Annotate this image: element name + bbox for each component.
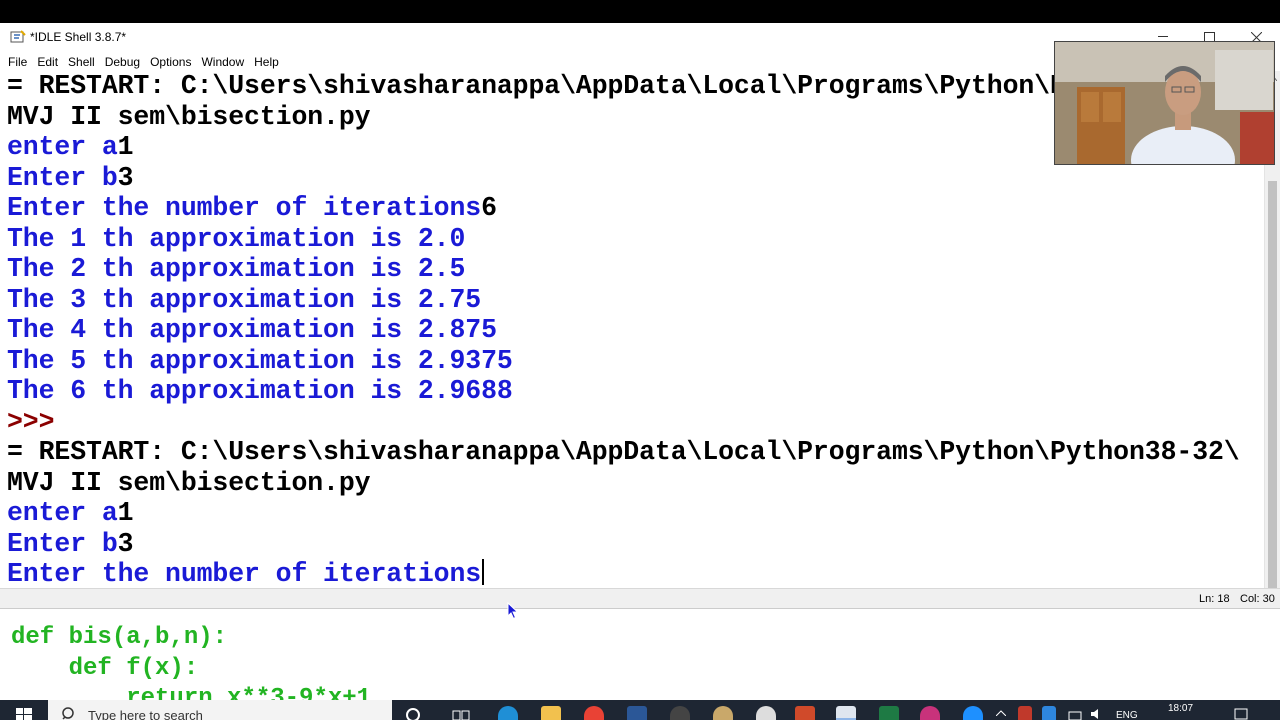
- network-icon[interactable]: [1068, 710, 1082, 720]
- shell-line-text: = RESTART: C:\Users\shivasharanappa\AppD…: [7, 437, 1240, 467]
- screen-top-strip: [0, 0, 1280, 23]
- volume-icon[interactable]: [1090, 708, 1104, 720]
- excel-icon[interactable]: [879, 706, 899, 720]
- scrollbar-thumb[interactable]: [1268, 181, 1277, 631]
- shell-line-text: enter a: [7, 498, 118, 528]
- paint-icon[interactable]: [713, 706, 733, 720]
- task-view-icon[interactable]: [452, 706, 470, 720]
- mouse-pointer-icon: [507, 602, 519, 620]
- text-cursor: [482, 559, 485, 585]
- shell-line-text: The 2 th approximation is 2.5: [7, 254, 466, 284]
- shell-line: Enter b3: [7, 528, 134, 559]
- webcam-overlay: [1054, 41, 1275, 165]
- shell-line: Enter b3: [7, 162, 134, 193]
- webcam-video-frame: [1055, 42, 1274, 164]
- shell-line-text: Enter b: [7, 528, 118, 559]
- user-input: 1: [117, 498, 134, 528]
- word-icon[interactable]: [627, 706, 647, 720]
- shell-line-text: MVJ II sem\bisection.py: [7, 467, 371, 498]
- shell-line: The 6 th approximation is 2.9688: [7, 376, 513, 406]
- idle-taskbar-icon[interactable]: [836, 706, 856, 720]
- windows-start-icon[interactable]: [16, 708, 32, 720]
- tray-app-icon-2[interactable]: [1042, 706, 1056, 720]
- status-column: Col: 30: [1240, 593, 1275, 605]
- menu-options[interactable]: Options: [145, 53, 196, 71]
- gmail-icon[interactable]: [756, 706, 776, 720]
- menu-file[interactable]: File: [0, 53, 32, 71]
- menu-edit[interactable]: Edit: [32, 53, 63, 71]
- shell-line-text: The 1 th approximation is 2.0: [7, 223, 466, 254]
- app-icon[interactable]: [920, 706, 940, 720]
- user-input: 1: [117, 132, 134, 162]
- shell-prompt: >>>: [7, 406, 55, 437]
- chrome-icon[interactable]: [584, 706, 604, 720]
- idle-app-icon: [10, 30, 26, 43]
- shell-line: The 4 th approximation is 2.875: [7, 315, 497, 345]
- shell-line-text: MVJ II sem\bisection.py: [7, 101, 371, 132]
- shell-line-text: enter a: [7, 132, 118, 162]
- tray-app-icon[interactable]: [1018, 706, 1032, 720]
- shell-line-text: >>>: [7, 406, 55, 437]
- shell-line-text: Enter the number of iterations: [7, 559, 482, 589]
- shell-line: MVJ II sem\bisection.py: [7, 467, 371, 498]
- shell-line-text: The 4 th approximation is 2.875: [7, 315, 497, 345]
- shell-line-text: The 3 th approximation is 2.75: [7, 284, 482, 315]
- shell-line: The 5 th approximation is 2.9375: [7, 346, 513, 376]
- shell-line: The 2 th approximation is 2.5: [7, 254, 465, 284]
- cortana-icon[interactable]: [405, 706, 421, 720]
- language-indicator[interactable]: ENG: [1116, 710, 1138, 720]
- edge-icon[interactable]: [498, 706, 518, 720]
- shell-line-text: Enter b: [7, 162, 118, 193]
- shell-line: MVJ II sem\bisection.py: [7, 101, 371, 132]
- shell-line: enter a1: [7, 498, 134, 528]
- shell-line: Enter the number of iterations6: [7, 193, 497, 223]
- tray-chevron-icon[interactable]: [996, 710, 1006, 716]
- menu-shell[interactable]: Shell: [63, 53, 100, 71]
- menu-help[interactable]: Help: [249, 53, 284, 71]
- minimize-icon: [1158, 36, 1168, 37]
- code-line: def bis(a,b,n):: [11, 624, 228, 651]
- code-line: def f(x):: [11, 654, 199, 682]
- status-bar: Ln: 18 Col: 30: [0, 588, 1280, 608]
- search-icon: [62, 707, 74, 720]
- media-player-icon[interactable]: [670, 706, 690, 720]
- notifications-icon[interactable]: [1234, 708, 1248, 720]
- windows-taskbar: Type here to search ENG 18:07: [0, 700, 1280, 720]
- powerpoint-icon[interactable]: [795, 706, 815, 720]
- status-line: Ln: 18: [1199, 593, 1230, 605]
- code-line: return x**3-9*x+1: [11, 685, 372, 700]
- window-title: *IDLE Shell 3.8.7*: [30, 30, 127, 44]
- shell-line-text: Enter the number of iterations: [7, 193, 482, 223]
- shell-line: The 3 th approximation is 2.75: [7, 285, 481, 315]
- menu-bar: File Edit Shell Debug Options Window Hel…: [0, 53, 284, 71]
- clock-time[interactable]: 18:07: [1168, 703, 1193, 714]
- editor-window[interactable]: def bis(a,b,n): def f(x): return x**3-9*…: [0, 608, 1280, 700]
- menu-debug[interactable]: Debug: [100, 53, 145, 71]
- search-placeholder: Type here to search: [88, 708, 203, 720]
- shell-line: = RESTART: C:\Users\shivasharanappa\AppD…: [7, 437, 1240, 467]
- user-input: 6: [481, 193, 497, 223]
- shell-line-text: The 5 th approximation is 2.9375: [7, 345, 513, 376]
- user-input: 3: [117, 528, 134, 559]
- menu-window[interactable]: Window: [196, 53, 249, 71]
- user-input: 3: [117, 162, 134, 193]
- file-explorer-icon[interactable]: [541, 706, 561, 720]
- help-icon[interactable]: [963, 706, 983, 720]
- shell-line: enter a1: [7, 132, 134, 162]
- taskbar-search-box[interactable]: Type here to search: [48, 700, 392, 720]
- shell-line: The 1 th approximation is 2.0: [7, 224, 465, 254]
- shell-line-text: The 6 th approximation is 2.9688: [7, 376, 513, 406]
- shell-line: Enter the number of iterations: [7, 559, 485, 589]
